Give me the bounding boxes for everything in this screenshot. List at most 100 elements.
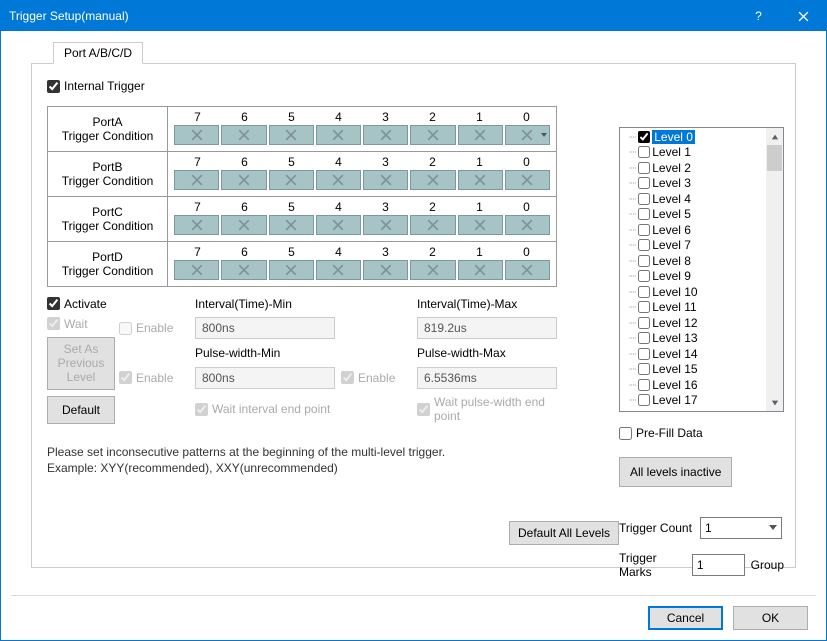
tab-port-abcd[interactable]: Port A/B/C/D xyxy=(53,42,143,64)
bit-cell[interactable] xyxy=(505,215,550,235)
level-item[interactable]: ┈Level 16 xyxy=(621,377,766,393)
pulse-min-value[interactable]: 800ns xyxy=(195,367,335,389)
tree-scrollbar[interactable] xyxy=(766,128,783,411)
default-button[interactable]: Default xyxy=(47,396,115,424)
scroll-up-icon[interactable] xyxy=(766,128,783,145)
level-tree[interactable]: ┈Level 0┈Level 1┈Level 2┈Level 3┈Level 4… xyxy=(619,127,784,412)
bit-cell[interactable] xyxy=(505,260,550,280)
level-checkbox[interactable] xyxy=(638,208,650,220)
bit-cell[interactable] xyxy=(458,260,503,280)
level-checkbox[interactable] xyxy=(638,317,650,329)
interval-min-head: Interval(Time)-Min xyxy=(195,297,335,311)
level-checkbox[interactable] xyxy=(638,255,650,267)
bit-cell[interactable] xyxy=(458,170,503,190)
bit-cell[interactable] xyxy=(269,260,314,280)
level-item[interactable]: ┈Level 17 xyxy=(621,393,766,409)
level-checkbox[interactable] xyxy=(638,224,650,236)
bit-cell[interactable] xyxy=(174,170,219,190)
bit-cell[interactable] xyxy=(174,125,219,145)
ok-button[interactable]: OK xyxy=(733,606,808,630)
trigger-count-select[interactable]: 1 xyxy=(700,517,782,539)
bit-cell[interactable] xyxy=(269,170,314,190)
level-item[interactable]: ┈Level 15 xyxy=(621,362,766,378)
level-checkbox[interactable] xyxy=(638,363,650,375)
activate-input[interactable] xyxy=(47,297,60,310)
internal-trigger-input[interactable] xyxy=(47,80,60,93)
level-item[interactable]: ┈Level 8 xyxy=(621,253,766,269)
all-levels-inactive-button[interactable]: All levels inactive xyxy=(619,457,732,487)
bit-cell[interactable] xyxy=(363,215,408,235)
bit-cell[interactable] xyxy=(505,170,550,190)
bit-cell[interactable] xyxy=(363,170,408,190)
level-checkbox[interactable] xyxy=(638,162,650,174)
level-item[interactable]: ┈Level 12 xyxy=(621,315,766,331)
bit-cell[interactable] xyxy=(363,125,408,145)
bit-cell[interactable] xyxy=(410,260,455,280)
level-checkbox[interactable] xyxy=(638,286,650,298)
trigger-marks-input[interactable]: 1 xyxy=(692,554,745,576)
close-button[interactable] xyxy=(781,1,826,31)
interval-min-value[interactable]: 800ns xyxy=(195,317,335,339)
bit-header: 2 xyxy=(409,199,456,215)
bit-cell[interactable] xyxy=(458,215,503,235)
bit-cell[interactable] xyxy=(221,170,266,190)
scroll-thumb[interactable] xyxy=(767,145,782,171)
bit-cell[interactable] xyxy=(505,125,550,145)
level-item[interactable]: ┈Level 1 xyxy=(621,145,766,161)
scroll-down-icon[interactable] xyxy=(766,394,783,411)
level-checkbox[interactable] xyxy=(638,379,650,391)
level-checkbox[interactable] xyxy=(638,193,650,205)
level-item[interactable]: ┈Level 10 xyxy=(621,284,766,300)
bit-cell[interactable] xyxy=(316,260,361,280)
level-item[interactable]: ┈Level 14 xyxy=(621,346,766,362)
bit-cell[interactable] xyxy=(410,125,455,145)
bit-cell[interactable] xyxy=(363,260,408,280)
internal-trigger-checkbox[interactable]: Internal Trigger xyxy=(47,79,145,93)
level-item[interactable]: ┈Level 7 xyxy=(621,238,766,254)
level-checkbox[interactable] xyxy=(638,131,650,143)
level-checkbox[interactable] xyxy=(638,239,650,251)
bit-cell[interactable] xyxy=(221,260,266,280)
help-button[interactable]: ? xyxy=(736,1,781,31)
level-item[interactable]: ┈Level 6 xyxy=(621,222,766,238)
level-item[interactable]: ┈Level 4 xyxy=(621,191,766,207)
port-row: PortDTrigger Condition76543210 xyxy=(48,242,556,286)
bit-cell[interactable] xyxy=(269,125,314,145)
bit-cell[interactable] xyxy=(174,260,219,280)
level-item[interactable]: ┈Level 5 xyxy=(621,207,766,223)
level-checkbox[interactable] xyxy=(638,301,650,313)
pulse-max-value[interactable]: 6.5536ms xyxy=(417,367,557,389)
interval-max-value[interactable]: 819.2us xyxy=(417,317,557,339)
level-checkbox[interactable] xyxy=(638,332,650,344)
cancel-button[interactable]: Cancel xyxy=(648,606,723,630)
bit-cell[interactable] xyxy=(458,125,503,145)
prefill-input[interactable] xyxy=(619,427,632,440)
tree-branch-icon: ┈ xyxy=(629,393,636,407)
bit-cell[interactable] xyxy=(410,170,455,190)
level-item[interactable]: ┈Level 3 xyxy=(621,176,766,192)
bit-cell[interactable] xyxy=(316,170,361,190)
bit-cell[interactable] xyxy=(316,215,361,235)
level-item[interactable]: ┈Level 11 xyxy=(621,300,766,316)
bit-cell[interactable] xyxy=(174,215,219,235)
level-checkbox[interactable] xyxy=(638,394,650,406)
level-item[interactable]: ┈Level 9 xyxy=(621,269,766,285)
level-checkbox[interactable] xyxy=(638,177,650,189)
bit-cell[interactable] xyxy=(269,215,314,235)
bit-cell[interactable] xyxy=(410,215,455,235)
bit-cell[interactable] xyxy=(221,125,266,145)
level-item[interactable]: ┈Level 13 xyxy=(621,331,766,347)
bit-cell[interactable] xyxy=(221,215,266,235)
bit-cell[interactable] xyxy=(316,125,361,145)
default-all-levels-button[interactable]: Default All Levels xyxy=(509,521,619,545)
activate-checkbox[interactable]: Activate xyxy=(47,297,115,311)
pulse-width-max-head: Pulse-width-Max xyxy=(417,346,557,360)
level-item[interactable]: ┈Level 0 xyxy=(621,129,766,145)
prefill-checkbox[interactable]: Pre-Fill Data xyxy=(619,426,703,440)
level-checkbox[interactable] xyxy=(638,146,650,158)
level-checkbox[interactable] xyxy=(638,270,650,282)
prefill-label: Pre-Fill Data xyxy=(636,426,703,440)
level-item[interactable]: ┈Level 2 xyxy=(621,160,766,176)
level-checkbox[interactable] xyxy=(638,348,650,360)
port-name: PortD xyxy=(92,250,123,264)
